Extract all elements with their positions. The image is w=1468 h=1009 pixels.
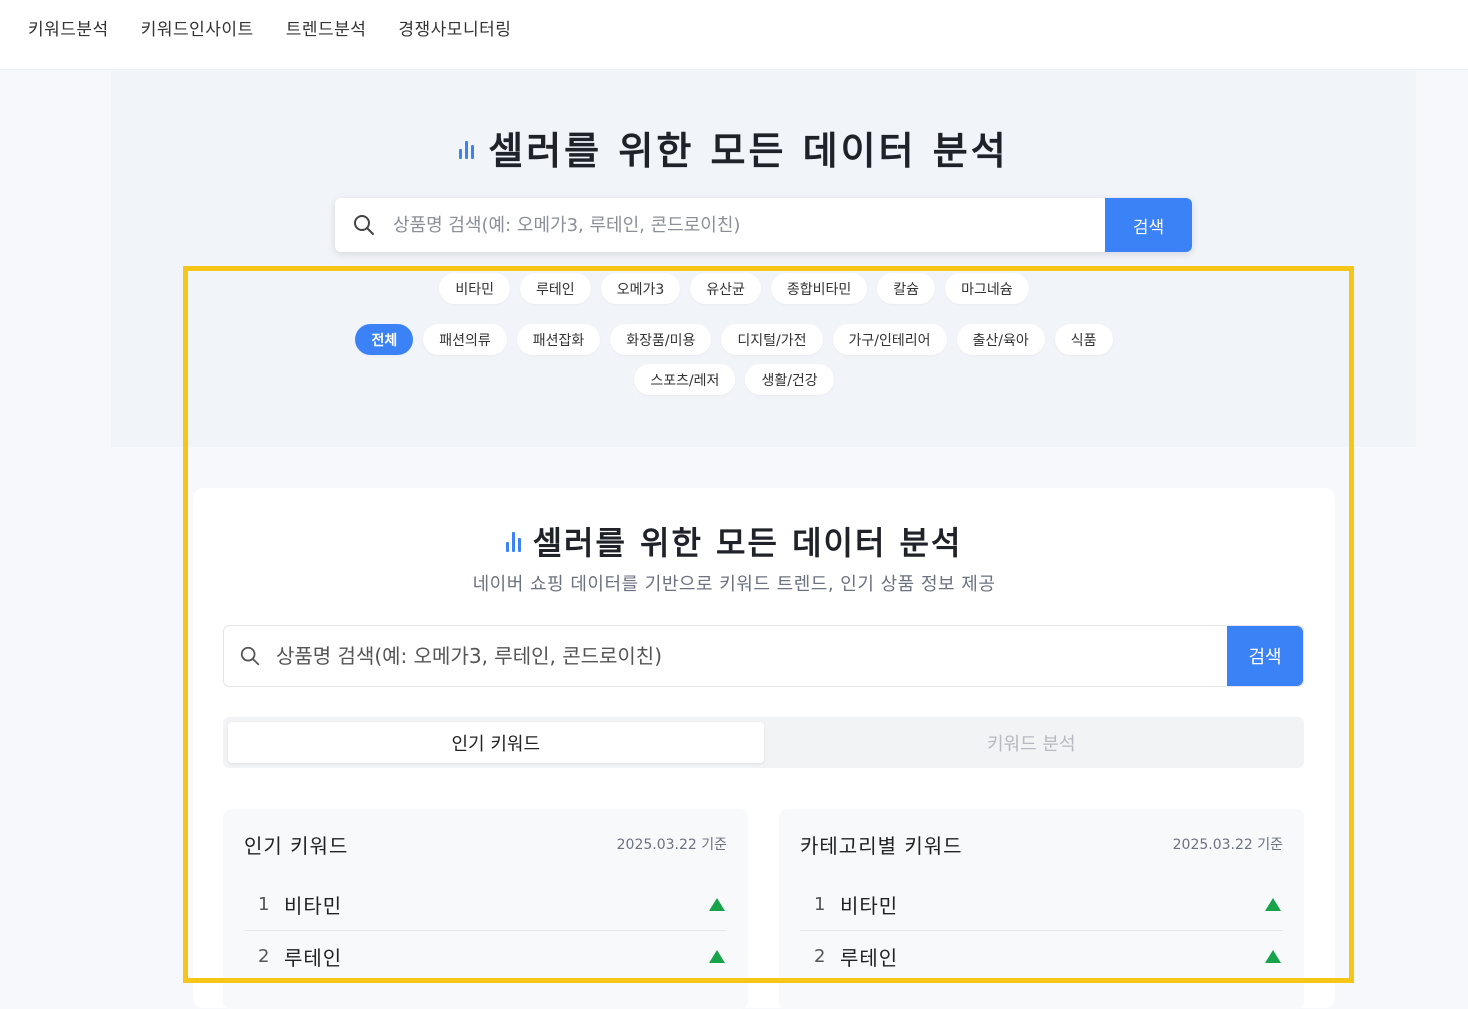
category-chip[interactable]: 패션잡화 <box>516 324 601 355</box>
nav-keyword-insight[interactable]: 키워드인사이트 <box>141 15 254 40</box>
panel-date: 2025.03.22 기준 <box>616 837 727 853</box>
bar-chart-icon <box>459 137 475 159</box>
category-chip[interactable]: 화장품/미용 <box>610 324 712 355</box>
keyword-chip[interactable]: 종합비타민 <box>770 273 868 304</box>
card-subtitle: 네이버 쇼핑 데이터를 기반으로 키워드 트렌드, 인기 상품 정보 제공 <box>472 574 996 595</box>
category-chip[interactable]: 스포츠/레저 <box>634 364 736 395</box>
card-search-button[interactable]: 검색 <box>1227 626 1303 686</box>
card-heading: 셀러를 위한 모든 데이터 분석 <box>0 518 1468 564</box>
list-item[interactable]: 1 비타민 <box>800 879 1283 931</box>
panel-title: 인기 키워드 <box>244 833 349 858</box>
keyword-chip[interactable]: 루테인 <box>520 273 591 304</box>
list-item[interactable]: 2 루테인 <box>244 931 727 983</box>
list-item[interactable]: 1 비타민 <box>244 879 727 931</box>
tab-keyword-analysis[interactable]: 키워드 분석 <box>764 722 1300 763</box>
keyword-name: 루테인 <box>284 946 343 970</box>
rank-number: 1 <box>814 894 826 915</box>
search-icon <box>224 645 276 667</box>
category-chip[interactable]: 가구/인테리어 <box>832 324 947 355</box>
tab-bar: 인기 키워드 키워드 분석 <box>223 717 1304 768</box>
keyword-name: 비타민 <box>284 894 343 918</box>
tab-popular-keywords[interactable]: 인기 키워드 <box>228 722 764 763</box>
hero-heading: 셀러를 위한 모든 데이터 분석 <box>0 120 1468 175</box>
bar-chart-icon <box>505 530 521 552</box>
category-chip-all[interactable]: 전체 <box>355 324 414 355</box>
top-navigation: 키워드분석 키워드인사이트 트렌드분석 경쟁사모니터링 <box>0 0 1468 70</box>
category-chip[interactable]: 디지털/가전 <box>721 324 823 355</box>
category-chips-row2: 스포츠/레저 생활/건강 <box>0 364 1468 395</box>
keyword-name: 루테인 <box>840 946 899 970</box>
hero-search-input[interactable] <box>393 214 1105 236</box>
category-chip[interactable]: 출산/육아 <box>956 324 1045 355</box>
keyword-chip[interactable]: 오메가3 <box>600 273 681 304</box>
keyword-chips: 비타민 루테인 오메가3 유산균 종합비타민 칼슘 마그네슘 <box>0 273 1468 304</box>
card-title: 셀러를 위한 모든 데이터 분석 <box>532 524 963 562</box>
rank-number: 1 <box>258 894 270 915</box>
nav-keyword-analysis[interactable]: 키워드분석 <box>28 15 109 40</box>
trend-up-icon <box>709 898 725 911</box>
keyword-chip[interactable]: 마그네슘 <box>945 273 1029 304</box>
keyword-chip[interactable]: 칼슘 <box>877 273 936 304</box>
trend-up-icon <box>709 950 725 963</box>
category-chip[interactable]: 패션의류 <box>423 324 507 355</box>
rank-number: 2 <box>814 946 826 967</box>
rank-number: 2 <box>258 946 270 967</box>
category-chip[interactable]: 생활/건강 <box>745 364 834 395</box>
keyword-chip[interactable]: 유산균 <box>690 273 761 304</box>
search-icon <box>335 213 393 237</box>
card-search-bar: 검색 <box>223 625 1304 687</box>
category-chip[interactable]: 식품 <box>1054 324 1113 355</box>
hero-search-bar: 검색 <box>335 198 1192 252</box>
category-keywords-panel: 카테고리별 키워드 2025.03.22 기준 1 비타민 2 루테인 <box>779 809 1304 1009</box>
keyword-chip[interactable]: 비타민 <box>439 273 511 304</box>
popular-keywords-panel: 인기 키워드 2025.03.22 기준 1 비타민 2 루테인 <box>223 809 748 1009</box>
nav-competitor-monitoring[interactable]: 경쟁사모니터링 <box>398 15 511 40</box>
list-item[interactable]: 2 루테인 <box>800 931 1283 983</box>
trend-up-icon <box>1265 898 1281 911</box>
trend-up-icon <box>1265 950 1281 963</box>
card-search-input[interactable] <box>276 644 1227 668</box>
keyword-name: 비타민 <box>840 894 899 918</box>
category-chips: 전체 패션의류 패션잡화 화장품/미용 디지털/가전 가구/인테리어 출산/육아… <box>0 324 1468 355</box>
panel-date: 2025.03.22 기준 <box>1172 837 1283 853</box>
hero-title: 셀러를 위한 모든 데이터 분석 <box>488 129 1009 173</box>
nav-trend-analysis[interactable]: 트렌드분석 <box>286 15 367 40</box>
hero-search-button[interactable]: 검색 <box>1105 198 1192 252</box>
panel-title: 카테고리별 키워드 <box>800 833 963 858</box>
